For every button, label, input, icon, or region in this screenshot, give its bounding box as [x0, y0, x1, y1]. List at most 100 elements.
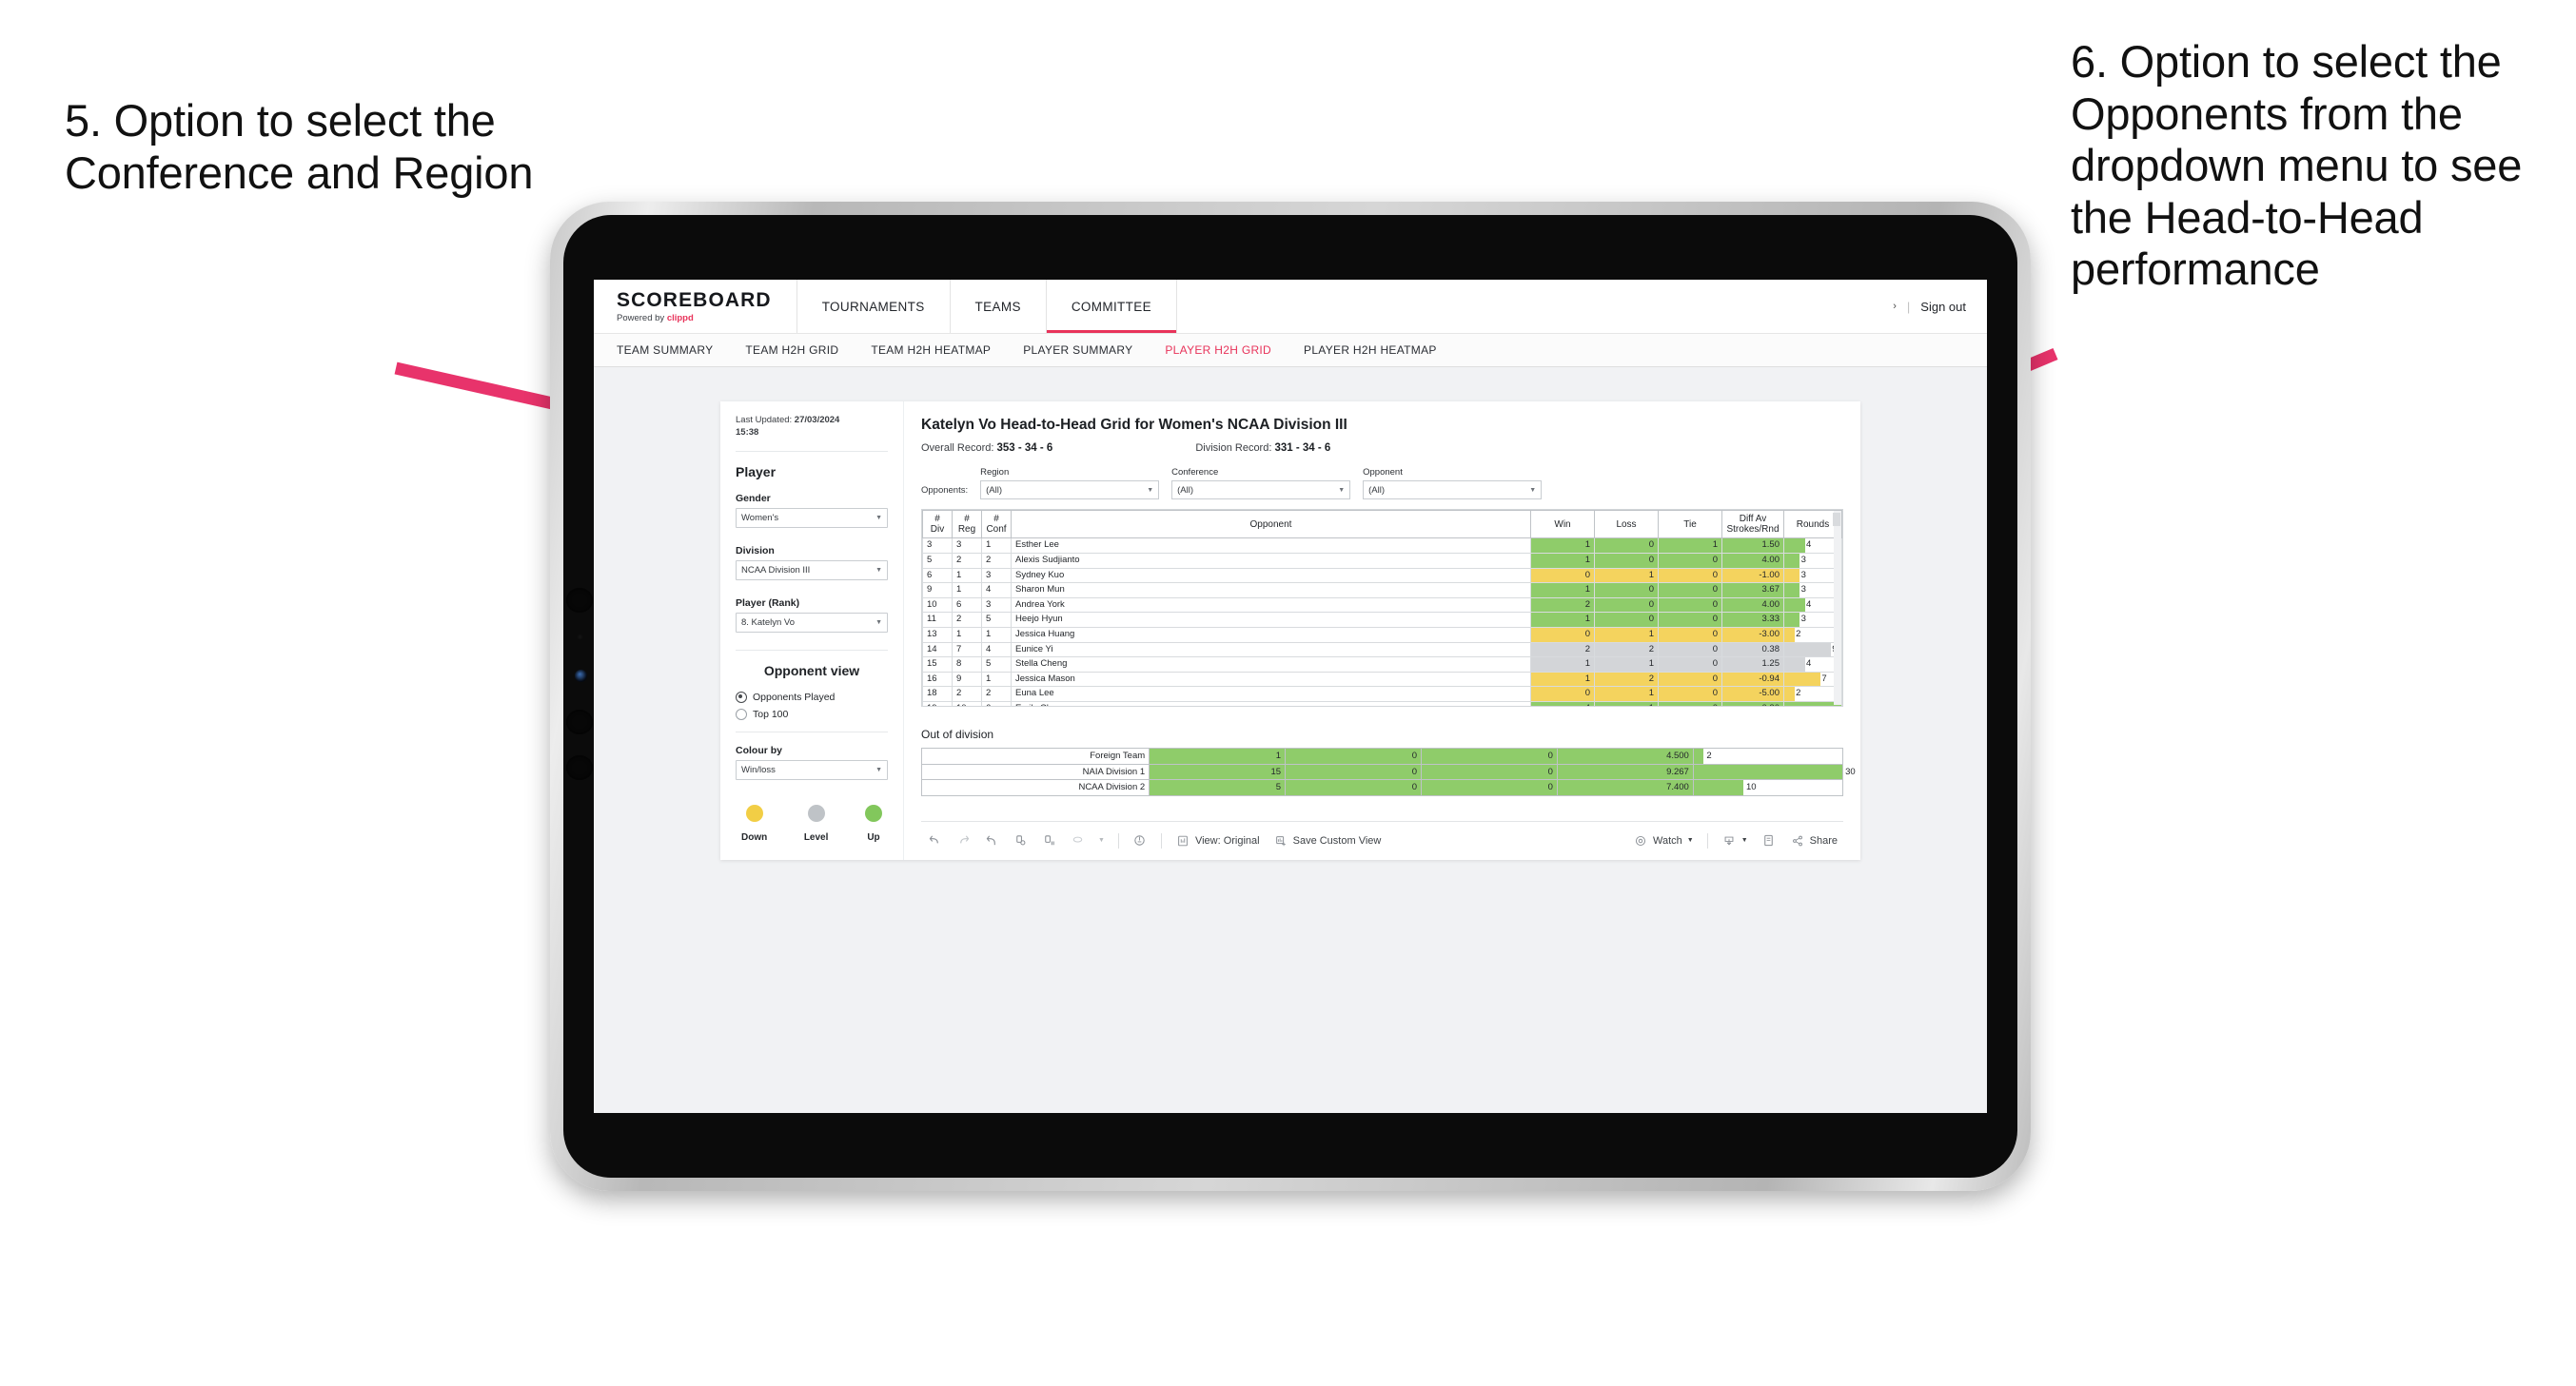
rounds-value: 9: [1785, 643, 1841, 656]
cell-win: 0: [1530, 686, 1595, 702]
player-rank-select[interactable]: 8. Katelyn Vo ▼: [736, 612, 888, 633]
chevron-down-icon[interactable]: ▼: [1098, 837, 1105, 844]
filter-select-conference[interactable]: (All) ▼: [1171, 480, 1351, 499]
cell-loss: 1: [1594, 700, 1659, 706]
nav-item-tournaments[interactable]: TOURNAMENTS: [797, 280, 951, 333]
radio-opponents-played[interactable]: Opponents Played: [736, 691, 888, 703]
cell-conf: 4: [981, 582, 1012, 598]
tab-team-h2h-heatmap[interactable]: TEAM H2H HEATMAP: [871, 343, 991, 357]
tab-team-h2h-grid[interactable]: TEAM H2H GRID: [745, 343, 838, 357]
table-row[interactable]: 19106Emily Chang4100.3011: [922, 700, 1842, 706]
col-win[interactable]: Win: [1530, 510, 1595, 539]
table-row[interactable]: 5 2 2 Alexis Sudjianto 1 0 0 4.00 3: [922, 552, 1842, 569]
filter-label: Conference: [1171, 467, 1219, 478]
save-custom-view-button[interactable]: Save Custom View: [1273, 833, 1381, 849]
col-diff[interactable]: Diff Av Strokes/Rnd: [1721, 510, 1784, 539]
rounds-value: 2: [1796, 688, 1801, 699]
table-row[interactable]: 6 1 3 Sydney Kuo 0 1 0 -1.00 3: [922, 567, 1842, 584]
redo-icon[interactable]: [955, 833, 971, 849]
col-conf[interactable]: # Conf: [981, 510, 1012, 539]
colour-by-select[interactable]: Win/loss ▼: [736, 759, 888, 780]
tab-player-summary[interactable]: PLAYER SUMMARY: [1023, 343, 1132, 357]
player-rank-label: Player (Rank): [736, 596, 800, 609]
cell-opponent: Sharon Mun: [1011, 582, 1531, 598]
rounds-value: 4: [1806, 658, 1812, 670]
table-row[interactable]: 15 8 5 Stella Cheng 1 1 0 1.25 4: [922, 656, 1842, 673]
account-chevron-icon[interactable]: ›: [1893, 301, 1897, 312]
alerts-icon[interactable]: [1132, 833, 1148, 849]
division-record-label: Division Record:: [1195, 442, 1275, 454]
filter-value: (All): [986, 484, 1003, 496]
out-of-division-row[interactable]: NCAA Division 2 5 0 0 7.400 10: [920, 779, 1844, 796]
cell-div: 16: [922, 671, 953, 688]
download-icon: [1721, 833, 1737, 849]
radio-top-100[interactable]: Top 100: [736, 708, 888, 720]
divider: [1160, 832, 1162, 849]
cell-conf: 2: [981, 552, 1012, 569]
cell-opponent: Euna Lee: [1011, 686, 1531, 702]
cell-loss: 0: [1594, 537, 1659, 554]
refresh-data-icon[interactable]: [1013, 833, 1028, 849]
h2h-table-container: # Div # Reg # Conf Opponent Win Loss Tie Di…: [921, 509, 1843, 707]
view-original-button[interactable]: View: Original: [1175, 833, 1260, 849]
revert-icon[interactable]: [984, 833, 999, 849]
tablet-device: SCOREBOARD Powered by clippd TOURNAMENTS…: [550, 202, 2031, 1191]
opponent-view-radio-group: Opponents Played Top 100: [736, 691, 888, 720]
table-row[interactable]: 1474Eunice Yi2200.389: [922, 641, 1842, 658]
col-tie[interactable]: Tie: [1658, 510, 1722, 539]
filter-select-region[interactable]: (All) ▼: [980, 480, 1160, 499]
col-div[interactable]: # Div: [922, 510, 953, 539]
table-row[interactable]: 18 2 2 Euna Lee 0 1 0 -5.00 2: [922, 686, 1842, 702]
filter-select-opponent[interactable]: (All) ▼: [1363, 480, 1543, 499]
clippd-text: clippd: [666, 312, 694, 323]
filter-value: (All): [1368, 484, 1386, 496]
tab-team-summary[interactable]: TEAM SUMMARY: [617, 343, 713, 357]
radio-button-icon: [736, 708, 747, 720]
legend-label: Up: [867, 831, 880, 843]
tab-player-h2h-grid[interactable]: PLAYER H2H GRID: [1165, 343, 1271, 357]
cell-win: 15: [1149, 763, 1287, 780]
tab-player-h2h-heatmap[interactable]: PLAYER H2H HEATMAP: [1304, 343, 1437, 357]
cell-reg: 2: [952, 686, 982, 702]
cell-diff: 1.50: [1721, 537, 1784, 554]
cell-tie: 0: [1658, 686, 1722, 702]
undo-icon[interactable]: [927, 833, 942, 849]
nav-item-teams[interactable]: TEAMS: [951, 280, 1047, 333]
sensor-icon: [577, 634, 583, 640]
col-reg[interactable]: # Reg: [952, 510, 982, 539]
cell-diff: 0.30: [1721, 700, 1784, 706]
cell-diff: 9.267: [1556, 763, 1694, 780]
division-select[interactable]: NCAA Division III ▼: [736, 559, 888, 580]
out-of-division-row[interactable]: NAIA Division 1 15 0 0 9.267 30: [920, 763, 1856, 780]
table-scrollbar[interactable]: [1833, 511, 1841, 705]
table-row[interactable]: 9 1 4 Sharon Mun 1 0 0 3.67 3: [922, 582, 1842, 598]
watch-button[interactable]: Watch ▼: [1633, 833, 1694, 849]
sign-out-link[interactable]: Sign out: [1920, 300, 1966, 314]
brand-logo[interactable]: SCOREBOARD Powered by clippd: [594, 280, 797, 333]
legend-dot-icon: [745, 804, 763, 822]
cell-tie: 0: [1421, 779, 1558, 796]
table-row[interactable]: 16 9 1 Jessica Mason 1 2 0 -0.94 7: [922, 671, 1842, 688]
cell-tie: 0: [1658, 567, 1722, 584]
table-scrollbar-thumb[interactable]: [1833, 513, 1840, 526]
out-of-division-row[interactable]: Foreign Team 1 0 0 4.500 2: [920, 748, 1844, 765]
table-header: # Div # Reg # Conf Opponent Win Loss Tie Di…: [922, 510, 1842, 539]
overall-record-value: 353 - 34 - 6: [996, 442, 1053, 454]
table-row[interactable]: 3 3 1 Esther Lee 1 0 1 1.50 4: [922, 537, 1842, 554]
share-button[interactable]: Share: [1790, 833, 1838, 849]
fullscreen-icon[interactable]: [1761, 833, 1777, 849]
pause-icon[interactable]: [1041, 833, 1056, 849]
loop-icon[interactable]: [1070, 833, 1085, 849]
col-opponent[interactable]: Opponent: [1011, 510, 1531, 539]
gender-select[interactable]: Women's ▼: [736, 507, 888, 528]
divider: [736, 649, 888, 651]
nav-item-committee[interactable]: COMMITTEE: [1046, 280, 1177, 333]
table-row[interactable]: 11 2 5 Heejo Hyun 1 0 0 3.33 3: [922, 612, 1842, 628]
cell-win: 1: [1530, 537, 1595, 554]
download-button[interactable]: ▼: [1721, 833, 1748, 849]
col-loss[interactable]: Loss: [1594, 510, 1659, 539]
table-row[interactable]: 10 6 3 Andrea York 2 0 0 4.00 4: [922, 596, 1842, 614]
cell-tie: 0: [1658, 582, 1722, 598]
table-row[interactable]: 13 1 1 Jessica Huang 0 1 0 -3.00 2: [922, 626, 1842, 643]
camera-cluster: [561, 588, 598, 835]
